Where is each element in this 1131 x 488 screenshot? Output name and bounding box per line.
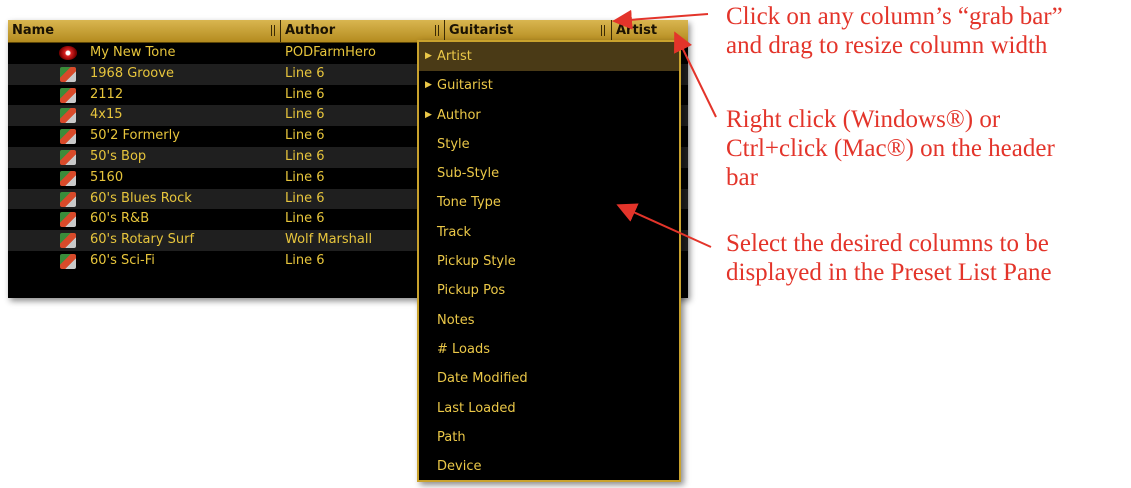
- annotation-line: Select the desired columns to be: [726, 230, 1049, 257]
- annotation-right-click: Right click (Windows®) or Ctrl+click (Ma…: [726, 105, 1055, 192]
- annotation-grab-bar: Click on any column’s “grab bar” and dra…: [726, 2, 1063, 60]
- annotation-line: Ctrl+click (Mac®) on the header: [726, 135, 1055, 162]
- annotation-line: Right click (Windows®) or: [726, 106, 1001, 133]
- annotation-line: and drag to resize column width: [726, 32, 1048, 59]
- annotation-line: Click on any column’s “grab bar”: [726, 3, 1063, 30]
- annotation-line: displayed in the Preset List Pane: [726, 259, 1052, 286]
- arrow-to-grab-bar: [612, 9, 709, 30]
- annotation-select-columns: Select the desired columns to be display…: [726, 229, 1052, 287]
- arrow-to-menu: [616, 203, 712, 248]
- arrow-to-header-bar: [674, 31, 717, 118]
- annotation-line: bar: [726, 164, 758, 191]
